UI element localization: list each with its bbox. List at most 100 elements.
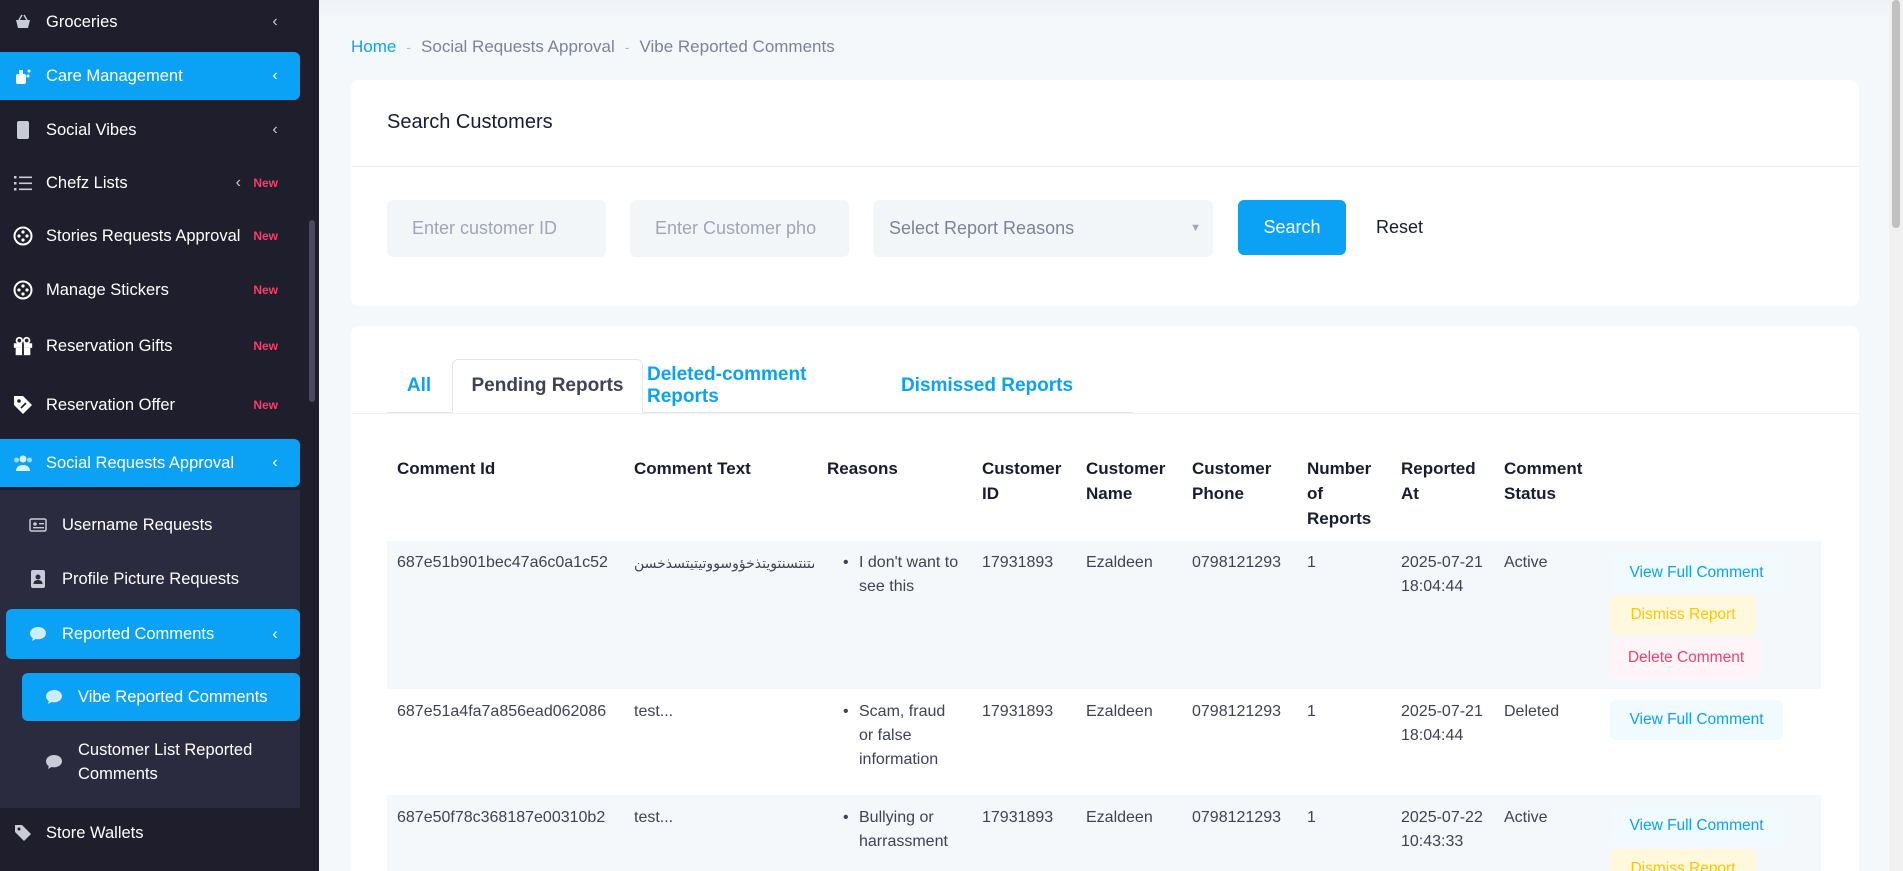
page-scrollbar-thumb[interactable]	[1892, 0, 1900, 228]
view-full-comment-button[interactable]: View Full Comment	[1610, 806, 1783, 846]
sidebar-item-label: Reservation Offer	[46, 395, 176, 414]
comment-text-cell: test...	[634, 809, 674, 826]
delete-comment-button[interactable]: Delete Comment	[1610, 638, 1762, 678]
chat-icon	[44, 687, 64, 707]
new-badge: New	[253, 229, 278, 243]
dismiss-report-button[interactable]: Dismiss Report	[1610, 595, 1756, 635]
comment-status-cell: Active	[1504, 809, 1548, 826]
customer-id-cell: 17931893	[982, 703, 1054, 720]
tab-all[interactable]: All	[387, 359, 451, 413]
sidebar-item-label: Reservation Gifts	[46, 336, 173, 355]
comment-id-cell: 687e50f78c368187e00310b2	[397, 809, 606, 826]
sidebar-item-social-requests-approval[interactable]: Social Requests Approval ‹	[0, 439, 300, 487]
basket-icon	[12, 11, 34, 33]
report-reasons-placeholder: Select Report Reasons	[889, 218, 1075, 238]
column-header[interactable]: Customer Name	[1086, 456, 1181, 506]
sidebar-item-social-vibes[interactable]: Social Vibes ‹	[0, 106, 300, 154]
report-reasons-select[interactable]: Select Report Reasons ▼	[873, 200, 1213, 257]
header-shadow	[319, 0, 1889, 20]
column-header[interactable]: Customer ID	[982, 456, 1072, 506]
column-header[interactable]: Reasons	[827, 456, 898, 481]
dismiss-report-button[interactable]: Dismiss Report	[1610, 849, 1756, 871]
sidebar-item-reported-comments[interactable]: Reported Comments ‹	[6, 609, 300, 659]
sidebar-item-label: Social Requests Approval	[46, 453, 235, 472]
sidebar-item-label: Chefz Lists	[46, 173, 128, 192]
id-card-icon	[28, 515, 48, 535]
portrait-icon	[28, 569, 48, 589]
reported-at-cell: 2025-07-22 10:43:33	[1401, 809, 1483, 850]
submenu-social-requests: Username Requests Profile Picture Reques…	[0, 490, 300, 808]
search-card: Search Customers Select Report Reasons ▼…	[351, 80, 1859, 306]
divider	[351, 166, 1859, 167]
sidebar-item-reservation-gifts[interactable]: Reservation Gifts New	[0, 322, 300, 370]
chevron-left-icon: ‹	[272, 624, 278, 643]
chevron-left-icon: ‹	[272, 454, 278, 471]
sidebar-item-reservation-offer[interactable]: Reservation Offer New	[0, 381, 300, 429]
customer-name-cell: Ezaldeen	[1086, 809, 1153, 826]
reason-cell: Bullying or harrassment	[827, 806, 957, 854]
search-button[interactable]: Search	[1238, 200, 1346, 255]
sidebar-item-label: Groceries	[46, 12, 118, 31]
new-badge: New	[253, 176, 278, 190]
customer-id-cell: 17931893	[982, 809, 1054, 826]
sidebar-item-care-management[interactable]: Care Management ‹	[0, 52, 300, 100]
report-count-cell: 1	[1307, 703, 1316, 720]
customer-name-cell: Ezaldeen	[1086, 554, 1153, 571]
chat-icon	[28, 624, 48, 644]
sidebar-item-label: Social Vibes	[46, 120, 137, 139]
tab-pending-reports[interactable]: Pending Reports	[452, 359, 643, 413]
sidebar-item-label: Username Requests	[62, 515, 213, 534]
comment-text-cell: test...	[634, 703, 674, 720]
sidebar-item-profile-picture-requests[interactable]: Profile Picture Requests	[28, 556, 288, 602]
sidebar-item-label: Customer List Reported Comments	[78, 741, 253, 783]
sidebar: Groceries ‹ Care Management ‹ Social Vib…	[0, 0, 319, 871]
breadcrumb-home-link[interactable]: Home	[351, 37, 396, 57]
breadcrumb-separator: -	[624, 39, 630, 55]
sidebar-item-label: Manage Stickers	[46, 280, 169, 299]
view-full-comment-button[interactable]: View Full Comment	[1610, 700, 1783, 740]
breadcrumb-item[interactable]: Social Requests Approval	[421, 37, 615, 57]
comment-status-cell: Deleted	[1504, 703, 1560, 720]
page-scrollbar[interactable]	[1889, 0, 1903, 871]
chevron-left-icon: ‹	[272, 67, 278, 84]
list-icon	[12, 172, 34, 194]
column-header[interactable]: Reported At	[1401, 456, 1486, 506]
sidebar-item-label: Reported Comments	[62, 624, 215, 643]
column-header[interactable]: Comment Text	[634, 456, 751, 481]
column-header[interactable]: Number of Reports	[1307, 456, 1387, 531]
column-header[interactable]: Customer Phone	[1192, 456, 1292, 506]
sidebar-item-stories-requests-approval[interactable]: Stories Requests Approval New	[0, 212, 300, 260]
chat-icon	[44, 752, 64, 772]
tab-deleted-comment-reports[interactable]: Deleted-comment Reports	[647, 359, 875, 413]
sidebar-item-vibe-reported-comments[interactable]: Vibe Reported Comments	[22, 673, 300, 721]
column-header[interactable]: Comment Status	[1504, 456, 1594, 506]
sidebar-item-manage-stickers[interactable]: Manage Stickers New	[0, 266, 300, 314]
comment-id-cell: 687e51a4fa7a856ead062086	[397, 703, 607, 720]
tag-icon	[12, 822, 34, 844]
chevron-left-icon: ‹	[272, 121, 278, 138]
reports-card: All Pending Reports Deleted-comment Repo…	[351, 326, 1859, 871]
offer-tag-icon	[12, 394, 34, 416]
sidebar-item-username-requests[interactable]: Username Requests	[28, 502, 288, 548]
customer-phone-input[interactable]	[630, 200, 849, 257]
phone-icon	[12, 119, 34, 141]
column-header[interactable]: Comment Id	[397, 456, 495, 481]
sidebar-item-chefz-lists[interactable]: Chefz Lists ‹ New	[0, 159, 300, 207]
reset-button[interactable]: Reset	[1376, 200, 1423, 255]
customer-id-cell: 17931893	[982, 554, 1054, 571]
sidebar-item-label: Vibe Reported Comments	[78, 687, 268, 706]
chevron-left-icon: ‹	[272, 13, 278, 30]
new-badge: New	[253, 398, 278, 412]
view-full-comment-button[interactable]: View Full Comment	[1610, 553, 1783, 593]
breadcrumb-separator: -	[406, 39, 412, 55]
sidebar-item-customer-list-reported-comments[interactable]: Customer List Reported Comments	[44, 736, 284, 788]
reported-at-cell: 2025-07-21 18:04:44	[1401, 703, 1483, 744]
customer-phone-cell: 0798121293	[1192, 703, 1281, 720]
reported-at-cell: 2025-07-21 18:04:44	[1401, 554, 1483, 595]
sidebar-scrollbar[interactable]	[309, 220, 315, 402]
sidebar-item-store-wallets[interactable]: Store Wallets	[0, 809, 300, 857]
sidebar-item-groceries[interactable]: Groceries ‹	[0, 0, 300, 46]
customer-id-input[interactable]	[387, 200, 606, 257]
tab-dismissed-reports[interactable]: Dismissed Reports	[879, 359, 1095, 413]
comment-status-cell: Active	[1504, 554, 1548, 571]
